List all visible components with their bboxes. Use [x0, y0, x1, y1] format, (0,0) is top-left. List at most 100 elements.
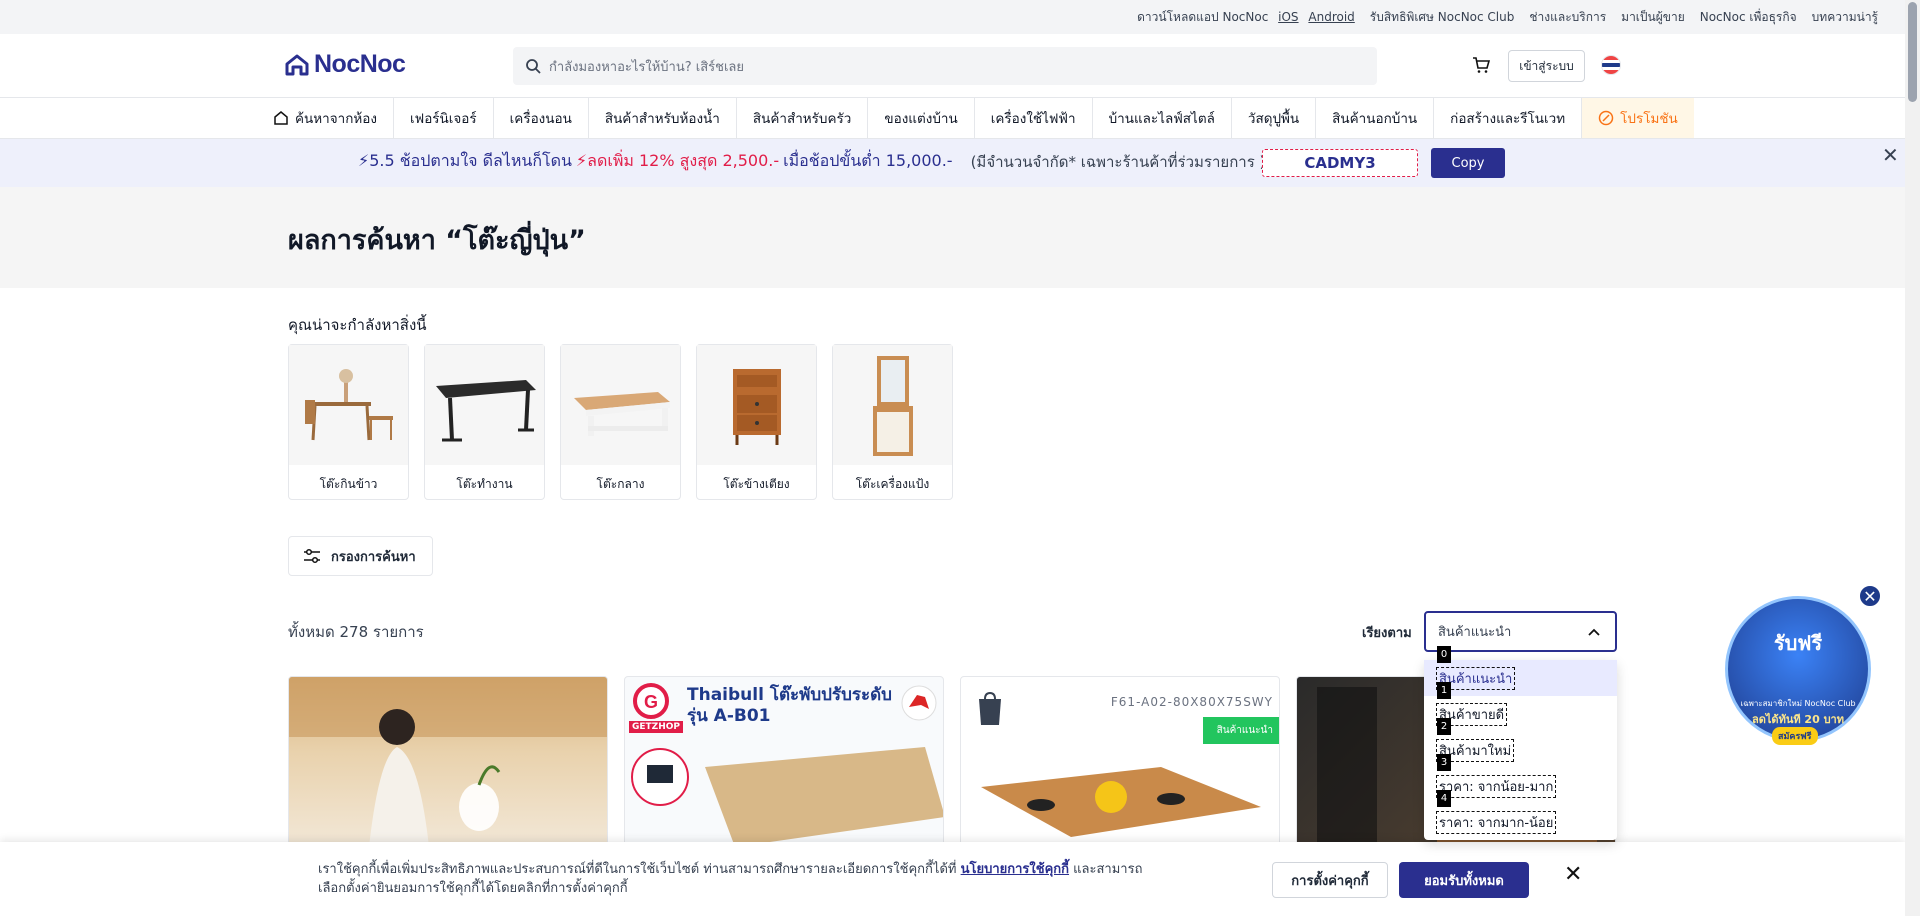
category-label: โต๊ะเครื่องแป้ง	[855, 477, 930, 491]
category-label: โต๊ะทำงาน	[456, 477, 513, 491]
option-index-badge: 3	[1437, 754, 1451, 771]
copy-button[interactable]: Copy	[1431, 148, 1505, 178]
seller-link[interactable]: มาเป็นผู้ขาย	[1621, 8, 1685, 27]
category-nav: ค้นหาจากห้อง เฟอร์นิเจอร์ เครื่องนอน สิน…	[0, 98, 1920, 139]
android-link[interactable]: Android	[1308, 10, 1354, 24]
promo-signup-button[interactable]: สมัครฟรี	[1772, 727, 1818, 745]
nav-item-bathroom[interactable]: สินค้าสำหรับห้องน้ำ	[589, 98, 737, 138]
category-label: โต๊ะกลาง	[596, 477, 645, 491]
nav-item-construction[interactable]: ก่อสร้างและรีโนเวท	[1434, 98, 1583, 138]
services-link[interactable]: ช่างและบริการ	[1529, 8, 1606, 27]
top-utility-bar: ดาวน์โหลดแอป NocNoc iOS Android รับสิทธิ…	[0, 0, 1920, 34]
product-card[interactable]: F61-A02-80X80X75SWY สินค้าแนะนำ	[960, 676, 1280, 846]
nav-item-flooring[interactable]: วัสดุปูพื้น	[1232, 98, 1317, 138]
suggested-categories: โต๊ะกินข้าว โต๊ะทำงาน โต๊ะกลาง โต๊ะข้างเ…	[288, 344, 968, 500]
sort-selected-value: สินค้าแนะนำ	[1438, 625, 1512, 640]
category-label: โต๊ะข้างเตียง	[723, 477, 790, 491]
nav-item-kitchen[interactable]: สินค้าสำหรับครัว	[737, 98, 869, 138]
banner-text-2: ⚡ลดเพิ่ม 12% สูงสุด 2,500.-	[575, 151, 780, 170]
promo-badge-discount: ลดได้ทันที 20 บาท	[1752, 713, 1844, 726]
club-link[interactable]: รับสิทธิพิเศษ NocNoc Club	[1370, 8, 1515, 27]
ios-link[interactable]: iOS	[1278, 10, 1298, 24]
page-scrollbar[interactable]	[1905, 0, 1920, 916]
cookie-text: เราใช้คุกกี้เพื่อเพิ่มประสิทธิภาพและประส…	[318, 862, 1143, 896]
nav-item-outdoor[interactable]: สินค้านอกบ้าน	[1316, 98, 1435, 138]
login-button[interactable]: เข้าสู่ระบบ	[1508, 50, 1585, 82]
cookie-settings-button[interactable]: การตั้งค่าคุกกี้	[1272, 862, 1388, 898]
thai-flag-icon[interactable]	[1601, 55, 1621, 75]
dining-table-image	[289, 345, 408, 465]
getzhop-logo-icon: G	[633, 683, 669, 719]
banner-text-1: ⚡5.5 ช้อปตามใจ ดีลไหนก็โดน	[358, 151, 572, 170]
download-app-text: ดาวน์โหลดแอป NocNoc iOS Android	[1137, 9, 1355, 24]
house-logo-icon	[285, 54, 309, 75]
search-icon	[526, 59, 541, 74]
sort-option-recommended[interactable]: 0 สินค้าแนะนำ	[1424, 646, 1617, 696]
coupon-code: CADMY3	[1262, 149, 1418, 177]
promo-close-icon[interactable]: ✕	[1858, 584, 1882, 608]
banner-note: (มีจำนวนจำกัด* เฉพาะร้านค้าที่ร่วมรายการ…	[970, 152, 1266, 171]
nav-item-promotion[interactable]: โปรโมชัน	[1582, 98, 1694, 138]
chevron-up-icon	[1588, 628, 1600, 636]
option-index-badge: 4	[1437, 790, 1451, 807]
nightstand-image	[697, 345, 816, 465]
banner-text-3: เมื่อช้อปขั้นต่ำ 15,000.-	[783, 151, 953, 170]
results-count: ทั้งหมด 278 รายการ	[288, 623, 424, 641]
nav-item-rooms[interactable]: ค้นหาจากห้อง	[257, 98, 395, 138]
product-code: F61-A02-80X80X75SWY	[1110, 695, 1273, 709]
promo-badge-title: รับฟรี	[1773, 631, 1823, 655]
articles-link[interactable]: บทความน่ารู้	[1812, 8, 1878, 27]
nav-item-lifestyle[interactable]: บ้านและไลฟ์สไตล์	[1093, 98, 1232, 138]
sort-option-price-desc[interactable]: 4 ราคา: จากมาก-น้อย	[1424, 790, 1617, 840]
product-card[interactable]: G GETZHOP Thaibull โต๊ะพับปรับระดับ รุ่น…	[624, 676, 944, 846]
option-index-badge: 0	[1437, 646, 1451, 663]
sort-option-bestseller[interactable]: 1 สินค้าขายดี	[1424, 682, 1617, 732]
logo[interactable]: NocNoc	[284, 50, 406, 79]
sort-select[interactable]: สินค้าแนะนำ	[1424, 611, 1617, 652]
sort-option-newest[interactable]: 2 สินค้ามาใหม่	[1424, 718, 1617, 768]
promo-badge-subtitle: เฉพาะสมาชิกใหม่ NocNoc Club	[1740, 699, 1856, 708]
product-card[interactable]	[288, 676, 608, 846]
category-card-nightstand[interactable]: โต๊ะข้างเตียง	[696, 344, 817, 500]
house-icon	[274, 111, 288, 125]
sort-label: เรียงตาม	[1362, 626, 1412, 641]
category-card-desk[interactable]: โต๊ะทำงาน	[424, 344, 545, 500]
promo-banner: ⚡5.5 ช้อปตามใจ ดีลไหนก็โดน ⚡ลดเพิ่ม 12% …	[0, 139, 1905, 187]
close-icon[interactable]: ✕	[1882, 143, 1899, 167]
coffee-table-image	[561, 345, 680, 465]
nav-item-bedding[interactable]: เครื่องนอน	[494, 98, 589, 138]
nav-item-decor[interactable]: ของแต่งบ้าน	[868, 98, 975, 138]
results-header	[0, 187, 1905, 288]
cookie-policy-link[interactable]: นโยบายการใช้คุกกี้	[961, 862, 1069, 877]
filter-button[interactable]: กรองการค้นหา	[288, 536, 433, 576]
percent-icon	[1598, 110, 1614, 126]
nav-item-appliances[interactable]: เครื่องใช้ไฟฟ้า	[975, 98, 1093, 138]
category-card-coffee-table[interactable]: โต๊ะกลาง	[560, 344, 681, 500]
club-promo-badge[interactable]: รับฟรี เฉพาะสมาชิกใหม่ NocNoc Club ลดได้…	[1725, 596, 1871, 745]
desk-image	[425, 345, 544, 465]
business-link[interactable]: NocNoc เพื่อธุรกิจ	[1700, 8, 1797, 27]
brand-label: GETZHOP	[629, 721, 683, 733]
bull-logo-icon	[901, 685, 937, 721]
close-icon[interactable]: ✕	[1564, 862, 1582, 887]
vanity-table-image	[833, 345, 952, 465]
category-card-vanity[interactable]: โต๊ะเครื่องแป้ง	[832, 344, 953, 500]
product-image	[289, 677, 607, 845]
category-card-dining[interactable]: โต๊ะกินข้าว	[288, 344, 409, 500]
page-title: ผลการค้นหา “โต๊ะญี่ปุ่น”	[288, 225, 586, 256]
option-index-badge: 2	[1437, 718, 1451, 735]
search-input[interactable]: กำลังมองหาอะไรให้บ้าน? เสิร์ชเลย	[513, 47, 1377, 85]
suggestions-heading: คุณน่าจะกำลังหาสิ่งนี้	[288, 316, 427, 334]
category-label: โต๊ะกินข้าว	[319, 477, 378, 491]
ysb-center-logo-icon	[979, 691, 1001, 725]
recommended-badge: สินค้าแนะนำ	[1202, 717, 1279, 744]
cart-icon[interactable]	[1472, 56, 1491, 78]
sort-option-price-asc[interactable]: 3 ราคา: จากน้อย-มาก	[1424, 754, 1617, 804]
accept-all-button[interactable]: ยอมรับทั้งหมด	[1399, 862, 1529, 898]
svg-text:G: G	[644, 692, 658, 712]
product-image	[981, 767, 1261, 837]
nav-item-furniture[interactable]: เฟอร์นิเจอร์	[394, 98, 494, 138]
sort-dropdown: 0 สินค้าแนะนำ 1 สินค้าขายดี 2 สินค้ามาให…	[1424, 646, 1617, 840]
scroll-thumb[interactable]	[1908, 2, 1917, 102]
search-placeholder: กำลังมองหาอะไรให้บ้าน? เสิร์ชเลย	[549, 59, 744, 75]
